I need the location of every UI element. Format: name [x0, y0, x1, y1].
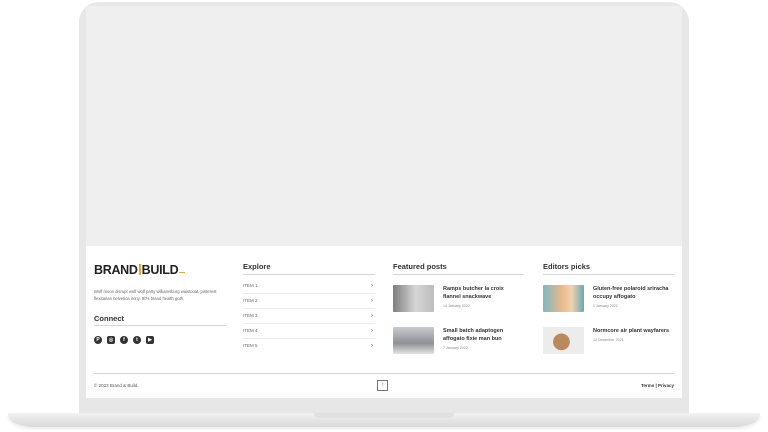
instagram-icon[interactable]: ◎ [107, 336, 115, 344]
bottom-rule [94, 373, 674, 374]
post-thumbnail[interactable] [543, 285, 584, 312]
arrow-up-icon: ↑ [381, 382, 384, 388]
pinterest-icon[interactable]: P [94, 336, 102, 344]
post-date: 14 January 2022 [443, 304, 470, 308]
explore-item[interactable]: ITEM 1 › [243, 279, 375, 294]
screen-blank-area [86, 6, 682, 246]
explore-list: ITEM 1 › ITEM 2 › ITEM 3 › ITEM 4 › ITEM 5 › [243, 279, 375, 353]
brand-logo-dot [179, 271, 186, 273]
post-title[interactable]: Ramps butcher la croix flannel snackwave [443, 285, 523, 301]
laptop-base-notch [314, 413, 454, 418]
post-thumbnail[interactable] [393, 285, 434, 312]
about-text: Wolf moon disrupt wolf wolf party willia… [94, 289, 217, 301]
explore-item-label: ITEM 3 [243, 313, 258, 318]
chevron-right-icon: › [371, 283, 373, 289]
explore-item-label: ITEM 5 [243, 343, 258, 348]
youtube-icon[interactable]: ▶ [146, 336, 154, 344]
connect-title: Connect [94, 314, 124, 323]
explore-item-label: ITEM 2 [243, 298, 258, 303]
connect-rule [94, 325, 226, 326]
explore-item[interactable]: ITEM 4 › [243, 324, 375, 339]
brand-logo[interactable]: BRAND BUILD [94, 263, 186, 277]
social-links: P ◎ f t ▶ [94, 336, 154, 344]
featured-post[interactable]: Ramps butcher la croix flannel snackwave… [393, 285, 523, 312]
post-title[interactable]: Small batch adaptogen affogato fixie man… [443, 327, 523, 343]
post-thumbnail[interactable] [543, 327, 584, 354]
chevron-right-icon: › [371, 313, 373, 319]
post-date: 7 January 2022 [443, 346, 468, 350]
editors-post[interactable]: Gluten-free polaroid sriracha occupy aff… [543, 285, 673, 312]
explore-rule [243, 274, 375, 275]
featured-rule [393, 274, 524, 275]
explore-item-label: ITEM 4 [243, 328, 258, 333]
brand-logo-bar [138, 264, 141, 275]
facebook-icon[interactable]: f [120, 336, 128, 344]
editors-post[interactable]: Normcore air plant wayfarers 12 December… [543, 327, 673, 354]
chevron-right-icon: › [371, 343, 373, 349]
explore-item[interactable]: ITEM 3 › [243, 309, 375, 324]
post-date: 1 January 2022 [593, 304, 618, 308]
post-thumbnail[interactable] [393, 327, 434, 354]
twitter-icon[interactable]: t [133, 336, 141, 344]
post-title[interactable]: Gluten-free polaroid sriracha occupy aff… [593, 285, 673, 301]
brand-logo-part1: BRAND [94, 263, 138, 277]
chevron-right-icon: › [371, 298, 373, 304]
legal-links[interactable]: Terms | Privacy [641, 383, 674, 388]
back-to-top-button[interactable]: ↑ [377, 380, 388, 391]
editors-title: Editors picks [543, 262, 591, 271]
explore-item[interactable]: ITEM 5 › [243, 339, 375, 353]
featured-title: Featured posts [393, 262, 447, 271]
editors-rule [543, 274, 674, 275]
explore-title: Explore [243, 262, 271, 271]
post-date: 12 December 2021 [593, 338, 624, 342]
site-footer: BRAND BUILD Wolf moon disrupt wolf wolf p… [86, 246, 682, 398]
brand-logo-part2: BUILD [141, 263, 179, 277]
explore-item-label: ITEM 1 [243, 283, 258, 288]
post-title[interactable]: Normcore air plant wayfarers [593, 327, 673, 335]
copyright-text: © 2023 Brand & Build. [94, 383, 139, 388]
featured-post[interactable]: Small batch adaptogen affogato fixie man… [393, 327, 523, 354]
explore-item[interactable]: ITEM 2 › [243, 294, 375, 309]
chevron-right-icon: › [371, 328, 373, 334]
